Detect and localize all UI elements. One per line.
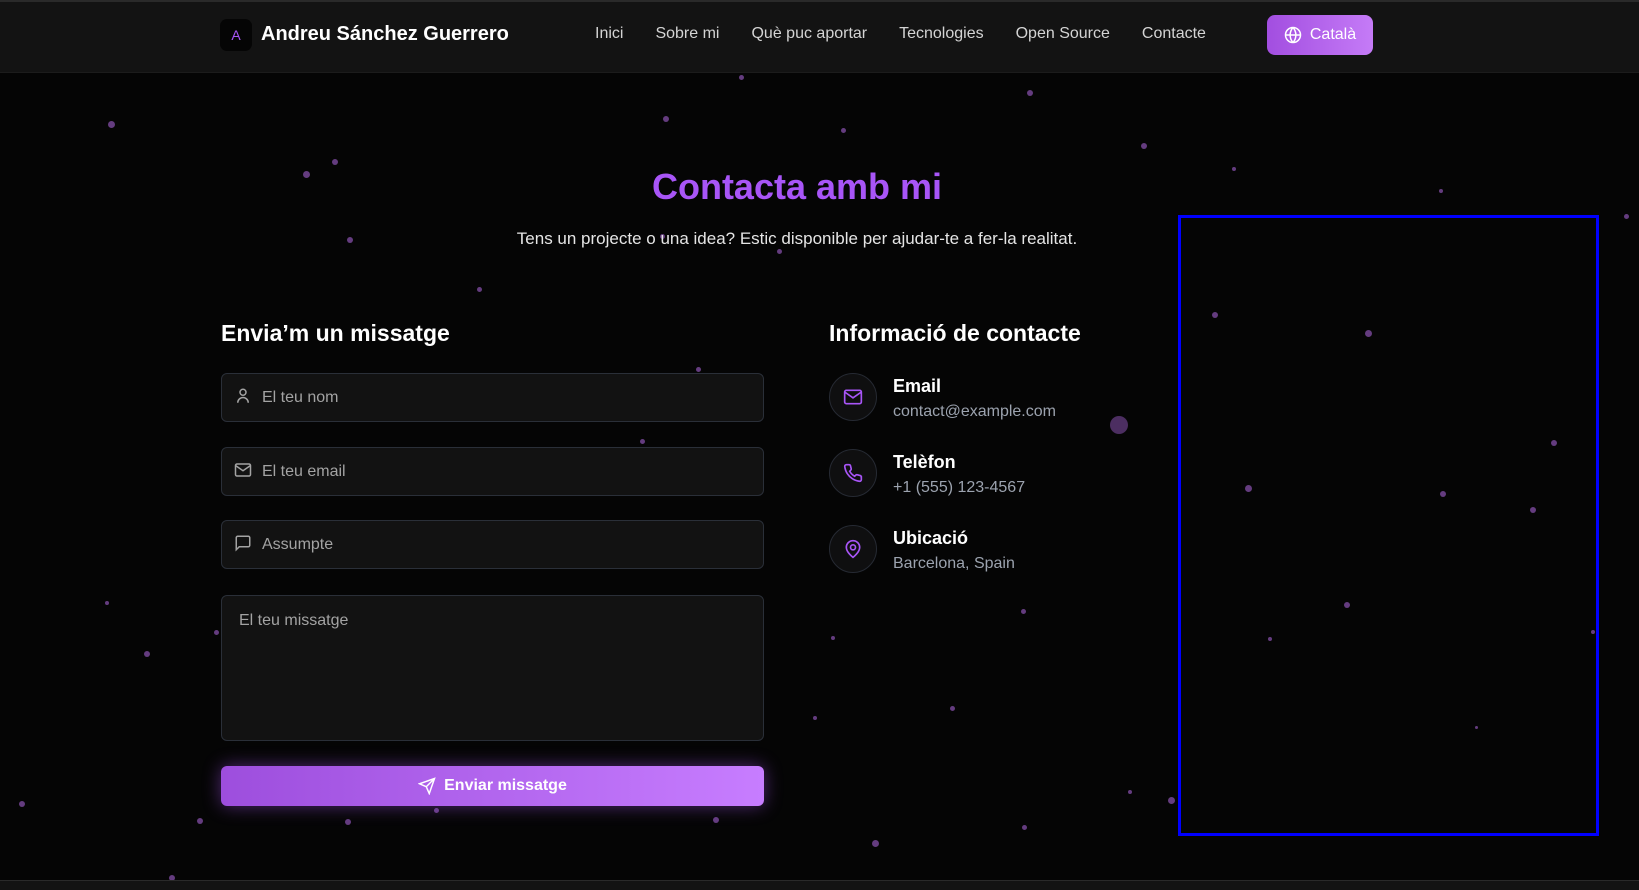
mail-icon: [234, 463, 252, 477]
particle-dot: [831, 636, 835, 640]
particle-dot: [108, 121, 115, 128]
particle-dot: [1110, 416, 1128, 434]
logo[interactable]: A: [220, 19, 252, 51]
contact-label: Email: [893, 376, 942, 396]
nav-link-tecnologies[interactable]: Tecnologies: [899, 25, 984, 43]
message-square-icon: [235, 535, 251, 552]
user-icon: [237, 388, 249, 403]
contact-value[interactable]: contact@example.com: [893, 403, 1056, 421]
particle-dot: [477, 287, 482, 292]
language-label: Català: [1309, 26, 1357, 43]
particle-dot: [739, 75, 744, 80]
nav-link-sobre-mi[interactable]: Sobre mi: [655, 25, 719, 43]
particle-dot: [1168, 797, 1175, 804]
form-heading: Envia’m un missatge: [221, 320, 450, 346]
particle-dot: [1022, 825, 1027, 830]
contact-item-phone: Telèfon +1 (555) 123-4567: [829, 449, 1025, 497]
particle-dot: [1141, 143, 1147, 149]
phone-icon: [843, 463, 863, 483]
subject-placeholder: Assumpte: [262, 535, 334, 553]
particle-dot: [663, 116, 669, 122]
map-pin-icon: [845, 539, 861, 559]
particle-dot: [841, 128, 846, 133]
mail-icon: [843, 389, 863, 405]
particle-dot: [1021, 609, 1026, 614]
particle-dot: [197, 818, 203, 824]
contact-item-email: Email contact@example.com: [829, 373, 1056, 421]
send-icon: [418, 777, 436, 795]
contact-info-heading: Informació de contacte: [829, 320, 1081, 346]
contact-label: Telèfon: [893, 452, 956, 472]
particle-dot: [332, 159, 338, 165]
particle-dot: [1128, 790, 1132, 794]
particle-dot: [345, 819, 351, 825]
nav-link-contacte[interactable]: Contacte: [1142, 25, 1206, 43]
contact-value[interactable]: +1 (555) 123-4567: [893, 479, 1025, 497]
particle-dot: [640, 439, 645, 444]
particle-dot: [872, 840, 879, 847]
message-placeholder: El teu missatge: [239, 612, 349, 629]
page-title: Contacta amb mi: [651, 166, 943, 207]
footer-edge: [0, 880, 1639, 890]
particle-dot: [1624, 214, 1629, 219]
send-message-button[interactable]: Enviar missatge: [221, 766, 764, 806]
contact-label: Ubicació: [893, 528, 969, 548]
brand-name[interactable]: Andreu Sánchez Guerrero: [261, 23, 509, 46]
nav-link-que-puc-aportar[interactable]: Què puc aportar: [751, 25, 867, 43]
particle-dot: [434, 808, 439, 813]
subject-input[interactable]: Assumpte: [221, 520, 764, 569]
send-label: Enviar missatge: [444, 777, 567, 794]
name-input[interactable]: El teu nom: [221, 373, 764, 422]
name-placeholder: El teu nom: [262, 388, 339, 406]
language-button[interactable]: Català: [1267, 15, 1373, 55]
particle-dot: [1027, 90, 1033, 96]
globe-icon: [1284, 26, 1302, 44]
nav-link-inici[interactable]: Inici: [595, 25, 623, 43]
particle-dot: [813, 716, 817, 720]
highlight-box: [1178, 215, 1599, 836]
particle-dot: [950, 706, 955, 711]
particle-dot: [713, 817, 719, 823]
particle-dot: [214, 630, 219, 635]
nav-link-open-source[interactable]: Open Source: [1016, 25, 1110, 43]
particle-dot: [19, 801, 25, 807]
message-textarea[interactable]: El teu missatge: [221, 595, 764, 741]
contact-item-location: Ubicació Barcelona, Spain: [829, 525, 1015, 573]
contact-value: Barcelona, Spain: [893, 555, 1015, 572]
navbar: A Andreu Sánchez Guerrero Inici Sobre mi…: [0, 0, 1639, 73]
particle-dot: [144, 651, 150, 657]
email-placeholder: El teu email: [262, 462, 346, 480]
email-input[interactable]: El teu email: [221, 447, 764, 496]
particle-dot: [105, 601, 109, 605]
particle-dot: [696, 367, 701, 372]
particle-dot: [777, 249, 782, 254]
nav-links: Inici Sobre mi Què puc aportar Tecnologi…: [595, 25, 1206, 43]
